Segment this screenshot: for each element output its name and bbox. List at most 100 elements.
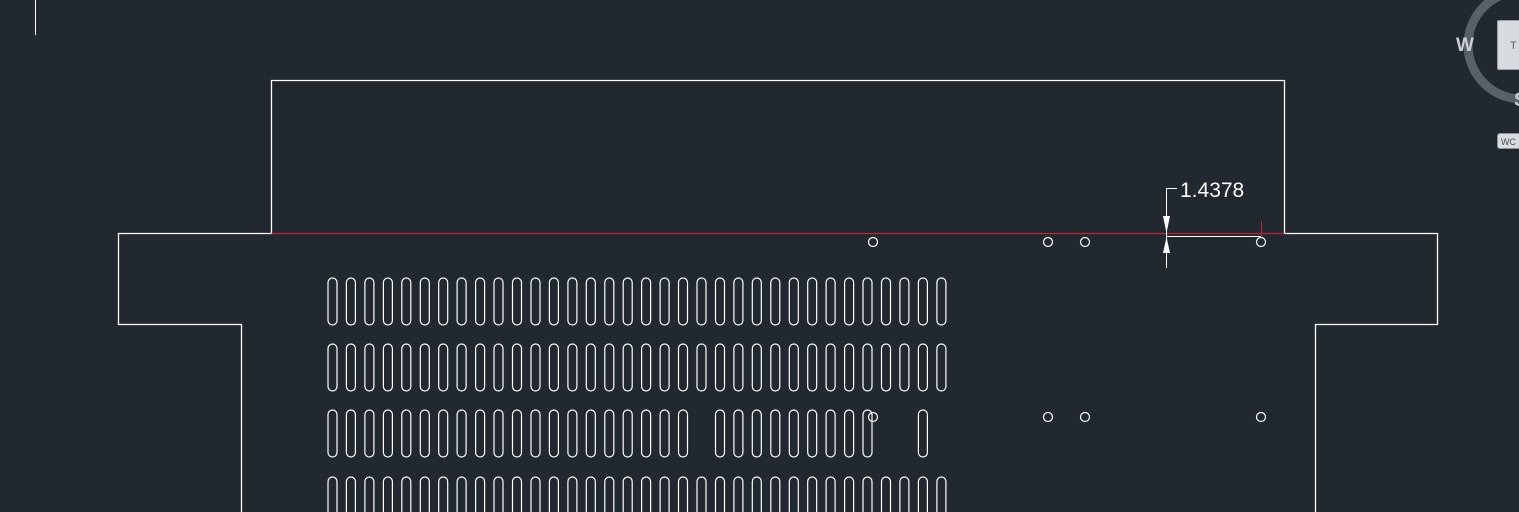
slot[interactable]	[567, 277, 578, 326]
slot[interactable]	[493, 476, 504, 512]
slot[interactable]	[438, 277, 449, 326]
slot[interactable]	[345, 409, 356, 458]
slot[interactable]	[419, 476, 430, 512]
slot[interactable]	[622, 476, 633, 512]
slot[interactable]	[530, 476, 541, 512]
slot[interactable]	[364, 476, 375, 512]
slot[interactable]	[788, 277, 799, 326]
slot[interactable]	[936, 476, 947, 512]
slot[interactable]	[382, 277, 393, 326]
slot[interactable]	[880, 277, 892, 326]
slot[interactable]	[438, 409, 449, 458]
slot[interactable]	[382, 343, 393, 392]
slot[interactable]	[862, 343, 873, 392]
slot[interactable]	[677, 476, 689, 512]
dimension-annotation[interactable]: 1.4378	[1163, 179, 1262, 268]
slot[interactable]	[327, 409, 338, 458]
slot[interactable]	[567, 476, 578, 512]
slot[interactable]	[475, 277, 486, 326]
slot[interactable]	[622, 409, 633, 458]
slot[interactable]	[917, 343, 929, 392]
wcs-menu-button[interactable]: WC	[1497, 133, 1519, 149]
part-outline[interactable]	[117, 79, 1439, 512]
slot[interactable]	[825, 343, 836, 392]
slot[interactable]	[585, 277, 596, 326]
slot[interactable]	[401, 409, 412, 458]
viewcube-south-label[interactable]: S	[1514, 90, 1519, 112]
slot[interactable]	[751, 277, 762, 326]
slot[interactable]	[714, 409, 726, 458]
slot[interactable]	[788, 409, 799, 458]
hole[interactable]	[1079, 411, 1091, 423]
slot[interactable]	[548, 409, 560, 458]
slot[interactable]	[548, 343, 560, 392]
slot[interactable]	[475, 343, 486, 392]
slot[interactable]	[530, 409, 541, 458]
slot[interactable]	[843, 343, 855, 392]
slot[interactable]	[364, 343, 375, 392]
slot[interactable]	[345, 476, 356, 512]
slot[interactable]	[899, 277, 910, 326]
slot[interactable]	[843, 409, 855, 458]
slot[interactable]	[770, 409, 781, 458]
slot[interactable]	[714, 343, 726, 392]
slot[interactable]	[936, 277, 947, 326]
slot[interactable]	[844, 476, 855, 512]
hole[interactable]	[1255, 411, 1267, 423]
slot[interactable]	[604, 343, 615, 392]
slot[interactable]	[640, 343, 652, 392]
hole[interactable]	[867, 411, 879, 423]
slot[interactable]	[456, 343, 467, 392]
slot[interactable]	[548, 476, 559, 512]
slot[interactable]	[751, 409, 762, 458]
slot[interactable]	[880, 476, 892, 512]
slot[interactable]	[677, 343, 689, 392]
slot[interactable]	[327, 476, 338, 512]
slot[interactable]	[511, 343, 523, 392]
slot[interactable]	[456, 476, 467, 512]
hole[interactable]	[867, 236, 879, 248]
slot[interactable]	[567, 343, 578, 392]
slot[interactable]	[419, 277, 430, 326]
slot[interactable]	[880, 343, 892, 392]
slot[interactable]	[401, 476, 412, 512]
slot[interactable]	[382, 409, 393, 458]
slot[interactable]	[640, 277, 652, 326]
slot[interactable]	[622, 277, 633, 326]
hole[interactable]	[1079, 236, 1091, 248]
slot[interactable]	[364, 277, 375, 326]
slot[interactable]	[733, 343, 744, 392]
slot[interactable]	[364, 409, 375, 458]
slot[interactable]	[696, 476, 707, 512]
slot[interactable]	[382, 476, 393, 512]
slot[interactable]	[327, 343, 338, 392]
slot[interactable]	[825, 476, 836, 512]
slot[interactable]	[567, 409, 578, 458]
slot[interactable]	[677, 277, 689, 326]
slot[interactable]	[493, 277, 504, 326]
slot[interactable]	[641, 476, 652, 512]
slot[interactable]	[825, 409, 836, 458]
slot[interactable]	[899, 476, 910, 512]
slot[interactable]	[733, 277, 744, 326]
slot[interactable]	[604, 409, 615, 458]
slot[interactable]	[475, 409, 486, 458]
slot[interactable]	[401, 343, 412, 392]
slot[interactable]	[622, 343, 633, 392]
slot[interactable]	[511, 476, 523, 512]
slot[interactable]	[604, 277, 615, 326]
slot[interactable]	[751, 476, 762, 512]
slot[interactable]	[659, 476, 670, 512]
hole[interactable]	[1042, 236, 1054, 248]
slot[interactable]	[862, 277, 873, 326]
slot[interactable]	[475, 476, 486, 512]
slot[interactable]	[862, 476, 873, 512]
slot[interactable]	[493, 343, 504, 392]
slot[interactable]	[862, 409, 873, 458]
slot[interactable]	[493, 409, 504, 458]
slot[interactable]	[419, 343, 430, 392]
slot[interactable]	[659, 343, 670, 392]
hole[interactable]	[1255, 236, 1267, 248]
slot[interactable]	[807, 343, 818, 392]
slot[interactable]	[751, 343, 762, 392]
